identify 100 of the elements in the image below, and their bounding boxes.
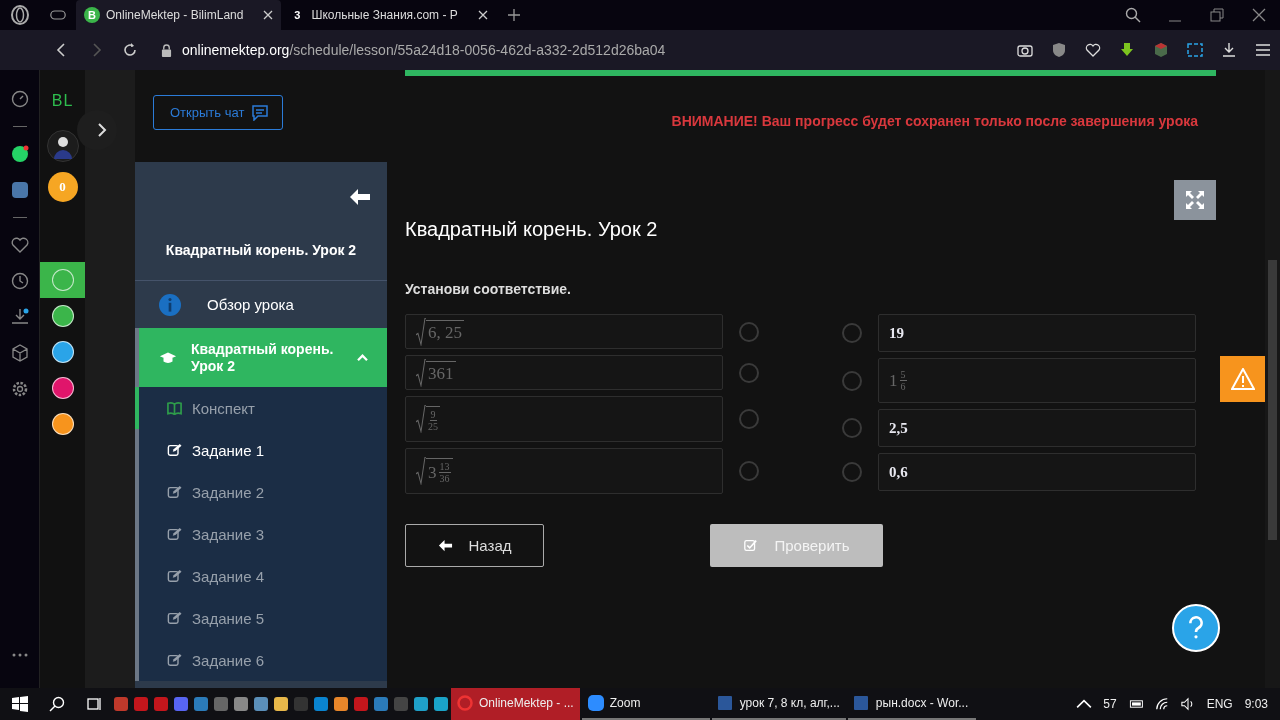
cube-icon[interactable]: [10, 344, 29, 362]
window-label[interactable]: урок 7, 8 кл, алг,...: [739, 696, 840, 710]
radio-button[interactable]: [842, 462, 862, 482]
radio-button[interactable]: [739, 362, 759, 383]
chevron-up-icon[interactable]: [1076, 697, 1093, 711]
radio-button[interactable]: [842, 370, 862, 391]
camera-icon[interactable]: [1017, 42, 1033, 58]
taskbar-window[interactable]: урок 7, 8 кл, алг,...: [711, 688, 846, 720]
reload-icon[interactable]: [122, 42, 138, 58]
app-icon[interactable]: [273, 696, 289, 712]
lesson-nav-item[interactable]: Конспект: [135, 387, 387, 429]
chevron-right-icon[interactable]: [97, 122, 107, 138]
app-icon[interactable]: [51, 413, 74, 435]
site-logo[interactable]: BL: [51, 92, 74, 110]
shield-icon[interactable]: [1051, 42, 1067, 58]
nav-item-label[interactable]: Задание 2: [192, 483, 264, 501]
nav-item-label[interactable]: Конспект: [192, 399, 255, 417]
overview-label[interactable]: Обзор урока: [207, 296, 294, 313]
taskbar-window[interactable]: Zoom: [581, 688, 710, 720]
tray-counter[interactable]: 57: [1103, 697, 1117, 711]
opera-logo-icon[interactable]: [10, 5, 30, 25]
browser-tab[interactable]: B OnlineMektep - BilimLand: [76, 0, 282, 30]
close-icon[interactable]: [1251, 7, 1267, 23]
edit-icon: [167, 443, 182, 457]
match-option[interactable]: 361: [405, 355, 723, 390]
window-label[interactable]: OnlineMektep - ...: [479, 696, 574, 710]
start-icon[interactable]: [12, 696, 28, 712]
nav-item-label[interactable]: Задание 6: [192, 651, 264, 669]
lesson-nav-item[interactable]: Задание 3: [135, 513, 387, 555]
lesson-nav-item[interactable]: Задание 1: [135, 429, 387, 471]
lesson-nav-item[interactable]: Задание 5: [135, 597, 387, 639]
language-indicator[interactable]: ENG: [1206, 697, 1233, 711]
lesson-nav-item[interactable]: Задание 4: [135, 555, 387, 597]
nav-item-label[interactable]: Задание 3: [192, 525, 264, 543]
taskbar-window[interactable]: OnlineMektep - ...: [451, 688, 580, 720]
expand-arrows-icon: [1185, 190, 1205, 210]
clock[interactable]: 9:03: [1244, 697, 1268, 711]
window-label[interactable]: Zoom: [609, 696, 641, 710]
extension-icon[interactable]: [1187, 42, 1203, 58]
radical-sign-icon: [416, 317, 426, 346]
app-icon[interactable]: [413, 696, 429, 712]
app-icon[interactable]: [51, 341, 74, 363]
wifi-icon[interactable]: [1153, 697, 1170, 711]
match-option[interactable]: 2,5: [878, 409, 1196, 447]
open-chat-button[interactable]: Открыть чат: [153, 95, 284, 130]
settings-icon[interactable]: [10, 380, 29, 398]
help-button[interactable]: [1172, 604, 1220, 652]
download-arrow-icon[interactable]: [1119, 42, 1135, 58]
answer-value: 0,6: [889, 463, 908, 481]
app-icon[interactable]: [433, 696, 449, 712]
app-icon[interactable]: [333, 696, 349, 712]
gamepad-icon[interactable]: [50, 8, 66, 22]
app-icon[interactable]: [253, 696, 269, 712]
scrollbar-thumb[interactable]: [1268, 260, 1277, 540]
address-field[interactable]: onlinemektep.org/schedule/lesson/55a24d18-0056-462d-a332-2d512d26ba04: [182, 42, 666, 58]
nav-item-label[interactable]: Задание 4: [192, 567, 264, 585]
nav-item-label[interactable]: Задание 1: [192, 441, 264, 459]
task-instruction: Установи соответствие.: [405, 281, 572, 297]
battery-icon[interactable]: [1127, 697, 1144, 711]
downloads-icon[interactable]: [1221, 42, 1237, 58]
cube-icon[interactable]: [1153, 42, 1169, 58]
close-tab-icon[interactable]: [477, 10, 488, 20]
radio-button[interactable]: [842, 323, 862, 343]
radical-sign-icon: [416, 405, 426, 433]
match-option[interactable]: 6, 25: [405, 314, 723, 349]
heart-icon[interactable]: [10, 236, 29, 254]
browser-tab[interactable]: 3 Школьные Знания.com - P: [281, 0, 496, 30]
task-view-icon[interactable]: [86, 696, 102, 712]
radio-button[interactable]: [842, 418, 862, 438]
lesson-nav-item[interactable]: Задание 6: [135, 639, 387, 681]
search-icon[interactable]: [1125, 7, 1141, 23]
taskbar-window[interactable]: рын.docx - Wor...: [847, 688, 976, 720]
coin-counter: 0: [47, 172, 78, 202]
chat-icon: [252, 104, 269, 121]
match-option[interactable]: 0,6: [878, 453, 1196, 491]
match-option[interactable]: 9 25: [405, 396, 723, 442]
restore-icon[interactable]: [1209, 7, 1225, 23]
app-icon[interactable]: [51, 305, 74, 327]
search-icon[interactable]: [49, 696, 65, 712]
speedometer-icon[interactable]: [10, 90, 29, 108]
fullscreen-button[interactable]: [1174, 180, 1216, 220]
checkbox-icon: [743, 539, 759, 552]
radio-button[interactable]: [739, 461, 759, 481]
back-arrow-icon[interactable]: [349, 188, 371, 206]
new-tab-icon[interactable]: [505, 8, 522, 22]
settings-sliders-icon[interactable]: [1255, 42, 1271, 58]
radio-button[interactable]: [739, 409, 759, 429]
download-icon[interactable]: [10, 308, 29, 326]
caret-icon[interactable]: [356, 353, 369, 362]
lesson-heading: Квадратный корень. Урок 2: [405, 218, 659, 241]
match-option[interactable]: 19: [878, 314, 1196, 352]
clock-icon[interactable]: [10, 272, 29, 290]
nav-item-label[interactable]: Задание 5: [192, 609, 264, 627]
back-button[interactable]: Назад: [405, 524, 544, 567]
window-label[interactable]: рын.docx - Wor...: [875, 696, 969, 710]
avatar-icon[interactable]: [46, 130, 79, 162]
lesson-nav-item[interactable]: Задание 2: [135, 471, 387, 513]
close-tab-icon[interactable]: [263, 10, 274, 20]
radio-button[interactable]: [739, 321, 759, 342]
app-icon[interactable]: [51, 377, 74, 399]
